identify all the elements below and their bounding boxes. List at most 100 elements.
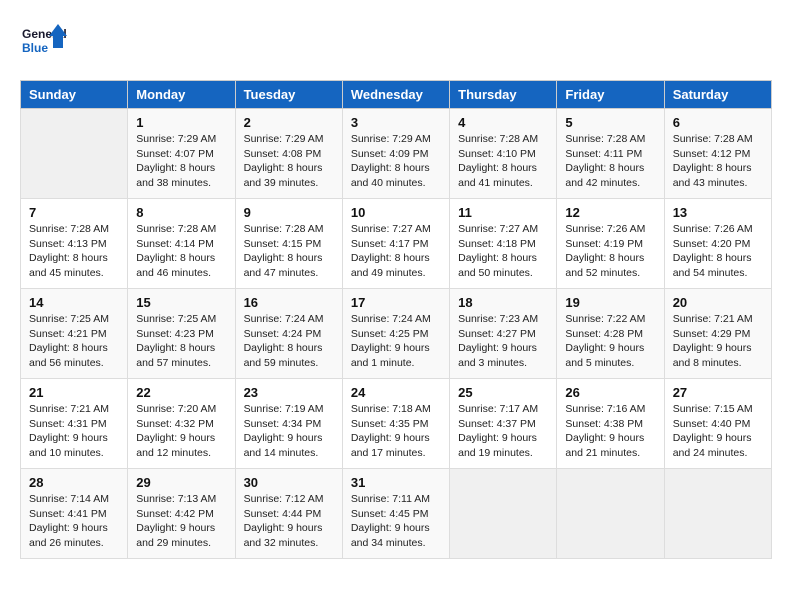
day-number: 18 xyxy=(458,295,548,310)
day-number: 10 xyxy=(351,205,441,220)
day-cell: 8 Sunrise: 7:28 AM Sunset: 4:14 PM Daylig… xyxy=(128,199,235,289)
day-info: Sunrise: 7:28 AM Sunset: 4:12 PM Dayligh… xyxy=(673,132,763,191)
day-cell: 27 Sunrise: 7:15 AM Sunset: 4:40 PM Dayli… xyxy=(664,379,771,469)
day-number: 5 xyxy=(565,115,655,130)
day-number: 28 xyxy=(29,475,119,490)
day-cell: 5 Sunrise: 7:28 AM Sunset: 4:11 PM Daylig… xyxy=(557,109,664,199)
day-info: Sunrise: 7:29 AM Sunset: 4:07 PM Dayligh… xyxy=(136,132,226,191)
day-info: Sunrise: 7:12 AM Sunset: 4:44 PM Dayligh… xyxy=(244,492,334,551)
day-info: Sunrise: 7:28 AM Sunset: 4:13 PM Dayligh… xyxy=(29,222,119,281)
day-info: Sunrise: 7:22 AM Sunset: 4:28 PM Dayligh… xyxy=(565,312,655,371)
day-number: 16 xyxy=(244,295,334,310)
day-cell: 28Sunrise: 7:14 AM Sunset: 4:41 PM Dayli… xyxy=(21,469,128,559)
day-number: 3 xyxy=(351,115,441,130)
day-number: 15 xyxy=(136,295,226,310)
day-number: 11 xyxy=(458,205,548,220)
day-number: 31 xyxy=(351,475,441,490)
day-cell: 7Sunrise: 7:28 AM Sunset: 4:13 PM Daylig… xyxy=(21,199,128,289)
day-number: 25 xyxy=(458,385,548,400)
day-number: 29 xyxy=(136,475,226,490)
day-cell: 2 Sunrise: 7:29 AM Sunset: 4:08 PM Daylig… xyxy=(235,109,342,199)
day-info: Sunrise: 7:15 AM Sunset: 4:40 PM Dayligh… xyxy=(673,402,763,461)
day-cell: 16 Sunrise: 7:24 AM Sunset: 4:24 PM Dayli… xyxy=(235,289,342,379)
col-header-monday: Monday xyxy=(128,81,235,109)
day-cell: 22Sunrise: 7:20 AM Sunset: 4:32 PM Dayli… xyxy=(128,379,235,469)
day-cell: 29 Sunrise: 7:13 AM Sunset: 4:42 PM Dayli… xyxy=(128,469,235,559)
day-number: 20 xyxy=(673,295,763,310)
col-header-saturday: Saturday xyxy=(664,81,771,109)
day-number: 23 xyxy=(244,385,334,400)
day-cell: 4 Sunrise: 7:28 AM Sunset: 4:10 PM Daylig… xyxy=(450,109,557,199)
day-info: Sunrise: 7:28 AM Sunset: 4:10 PM Dayligh… xyxy=(458,132,548,191)
day-cell: 15 Sunrise: 7:25 AM Sunset: 4:23 PM Dayli… xyxy=(128,289,235,379)
day-cell: 13 Sunrise: 7:26 AM Sunset: 4:20 PM Dayli… xyxy=(664,199,771,289)
day-cell: 11 Sunrise: 7:27 AM Sunset: 4:18 PM Dayli… xyxy=(450,199,557,289)
day-info: Sunrise: 7:24 AM Sunset: 4:24 PM Dayligh… xyxy=(244,312,334,371)
day-cell: 10Sunrise: 7:27 AM Sunset: 4:17 PM Dayli… xyxy=(342,199,449,289)
day-info: Sunrise: 7:16 AM Sunset: 4:38 PM Dayligh… xyxy=(565,402,655,461)
day-number: 13 xyxy=(673,205,763,220)
day-info: Sunrise: 7:28 AM Sunset: 4:11 PM Dayligh… xyxy=(565,132,655,191)
week-row-3: 14Sunrise: 7:25 AM Sunset: 4:21 PM Dayli… xyxy=(21,289,772,379)
day-cell: 18 Sunrise: 7:23 AM Sunset: 4:27 PM Dayli… xyxy=(450,289,557,379)
day-number: 8 xyxy=(136,205,226,220)
day-number: 4 xyxy=(458,115,548,130)
day-info: Sunrise: 7:26 AM Sunset: 4:20 PM Dayligh… xyxy=(673,222,763,281)
page-header: General Blue xyxy=(20,20,772,70)
col-header-friday: Friday xyxy=(557,81,664,109)
day-cell: 30 Sunrise: 7:12 AM Sunset: 4:44 PM Dayli… xyxy=(235,469,342,559)
day-cell: 14Sunrise: 7:25 AM Sunset: 4:21 PM Dayli… xyxy=(21,289,128,379)
day-info: Sunrise: 7:25 AM Sunset: 4:23 PM Dayligh… xyxy=(136,312,226,371)
day-info: Sunrise: 7:28 AM Sunset: 4:14 PM Dayligh… xyxy=(136,222,226,281)
day-info: Sunrise: 7:27 AM Sunset: 4:18 PM Dayligh… xyxy=(458,222,548,281)
day-info: Sunrise: 7:23 AM Sunset: 4:27 PM Dayligh… xyxy=(458,312,548,371)
day-info: Sunrise: 7:21 AM Sunset: 4:31 PM Dayligh… xyxy=(29,402,119,461)
day-cell: 19Sunrise: 7:22 AM Sunset: 4:28 PM Dayli… xyxy=(557,289,664,379)
svg-text:Blue: Blue xyxy=(22,41,48,55)
day-info: Sunrise: 7:20 AM Sunset: 4:32 PM Dayligh… xyxy=(136,402,226,461)
day-cell: 6Sunrise: 7:28 AM Sunset: 4:12 PM Daylig… xyxy=(664,109,771,199)
col-header-thursday: Thursday xyxy=(450,81,557,109)
day-cell xyxy=(557,469,664,559)
calendar-header-row: SundayMondayTuesdayWednesdayThursdayFrid… xyxy=(21,81,772,109)
day-info: Sunrise: 7:13 AM Sunset: 4:42 PM Dayligh… xyxy=(136,492,226,551)
day-cell: 9 Sunrise: 7:28 AM Sunset: 4:15 PM Daylig… xyxy=(235,199,342,289)
day-cell: 31 Sunrise: 7:11 AM Sunset: 4:45 PM Dayli… xyxy=(342,469,449,559)
day-number: 27 xyxy=(673,385,763,400)
day-cell: 17Sunrise: 7:24 AM Sunset: 4:25 PM Dayli… xyxy=(342,289,449,379)
day-cell: 12 Sunrise: 7:26 AM Sunset: 4:19 PM Dayli… xyxy=(557,199,664,289)
day-cell: 26 Sunrise: 7:16 AM Sunset: 4:38 PM Dayli… xyxy=(557,379,664,469)
day-cell: 20 Sunrise: 7:21 AM Sunset: 4:29 PM Dayli… xyxy=(664,289,771,379)
day-cell: 21Sunrise: 7:21 AM Sunset: 4:31 PM Dayli… xyxy=(21,379,128,469)
day-info: Sunrise: 7:29 AM Sunset: 4:08 PM Dayligh… xyxy=(244,132,334,191)
day-number: 9 xyxy=(244,205,334,220)
day-cell: 3 Sunrise: 7:29 AM Sunset: 4:09 PM Daylig… xyxy=(342,109,449,199)
day-info: Sunrise: 7:24 AM Sunset: 4:25 PM Dayligh… xyxy=(351,312,441,371)
logo-svg: General Blue xyxy=(20,20,70,70)
day-info: Sunrise: 7:29 AM Sunset: 4:09 PM Dayligh… xyxy=(351,132,441,191)
day-cell: 1 Sunrise: 7:29 AM Sunset: 4:07 PM Daylig… xyxy=(128,109,235,199)
day-cell: 25Sunrise: 7:17 AM Sunset: 4:37 PM Dayli… xyxy=(450,379,557,469)
day-number: 12 xyxy=(565,205,655,220)
week-row-2: 7Sunrise: 7:28 AM Sunset: 4:13 PM Daylig… xyxy=(21,199,772,289)
day-number: 26 xyxy=(565,385,655,400)
day-cell: 24 Sunrise: 7:18 AM Sunset: 4:35 PM Dayli… xyxy=(342,379,449,469)
day-cell xyxy=(21,109,128,199)
day-number: 1 xyxy=(136,115,226,130)
day-number: 2 xyxy=(244,115,334,130)
day-info: Sunrise: 7:28 AM Sunset: 4:15 PM Dayligh… xyxy=(244,222,334,281)
week-row-4: 21Sunrise: 7:21 AM Sunset: 4:31 PM Dayli… xyxy=(21,379,772,469)
day-info: Sunrise: 7:11 AM Sunset: 4:45 PM Dayligh… xyxy=(351,492,441,551)
day-info: Sunrise: 7:26 AM Sunset: 4:19 PM Dayligh… xyxy=(565,222,655,281)
day-number: 24 xyxy=(351,385,441,400)
week-row-5: 28Sunrise: 7:14 AM Sunset: 4:41 PM Dayli… xyxy=(21,469,772,559)
col-header-tuesday: Tuesday xyxy=(235,81,342,109)
day-number: 30 xyxy=(244,475,334,490)
day-cell xyxy=(664,469,771,559)
day-number: 14 xyxy=(29,295,119,310)
day-info: Sunrise: 7:18 AM Sunset: 4:35 PM Dayligh… xyxy=(351,402,441,461)
day-info: Sunrise: 7:21 AM Sunset: 4:29 PM Dayligh… xyxy=(673,312,763,371)
col-header-sunday: Sunday xyxy=(21,81,128,109)
day-cell: 23Sunrise: 7:19 AM Sunset: 4:34 PM Dayli… xyxy=(235,379,342,469)
day-cell xyxy=(450,469,557,559)
